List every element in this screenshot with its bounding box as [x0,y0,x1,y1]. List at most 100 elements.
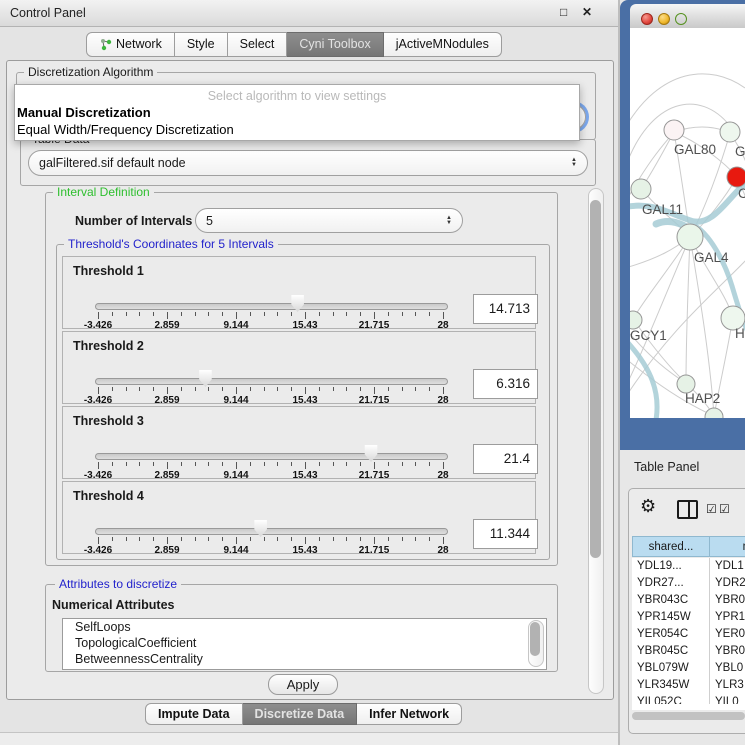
close-traffic-icon[interactable] [641,13,653,25]
tick-mark [346,312,347,316]
tick-mark [277,312,278,316]
list-item[interactable]: BetweennessCentrality [63,651,546,667]
cell-shared-name[interactable]: YBR043C [632,592,709,609]
network-node-selected[interactable] [727,167,745,187]
network-node[interactable] [631,179,651,199]
network-node[interactable] [664,120,684,140]
threshold-1-slider[interactable]: -3.4262.8599.14415.4321.71528 [63,257,535,328]
apply-button[interactable]: Apply [268,674,338,695]
table-row[interactable]: YDR27...YDR2 [632,575,745,592]
slider-track[interactable] [95,303,448,310]
threshold-3-slider[interactable]: -3.4262.8599.14415.4321.71528 [63,407,535,478]
table-row[interactable]: YLR345WYLR3 [632,677,745,694]
tick-mark [402,387,403,391]
tab-cyni-toolbox[interactable]: Cyni Toolbox [287,32,383,57]
threshold-4-value-field[interactable]: 11.344 [473,519,538,549]
node-label: GAL11 [642,202,683,217]
tick-mark [415,387,416,391]
tab-select[interactable]: Select [228,32,288,57]
algorithm-dropdown-popup: Select algorithm to view settings Manual… [14,84,580,141]
tick-mark [291,387,292,391]
tick-mark [319,462,320,466]
numerical-attributes-list[interactable]: SelfLoops TopologicalCoefficient Between… [62,618,547,670]
cell-name[interactable]: YIL0 [709,694,739,704]
attributes-group-title: Attributes to discretize [55,578,181,591]
tick-mark [346,387,347,391]
combo-stepper-icon[interactable]: ▲▼ [571,158,577,168]
tick-mark [388,462,389,466]
table-row[interactable]: YIL052CYIL0 [632,694,745,704]
cell-name[interactable]: YBL0 [709,660,743,677]
split-panel-icon[interactable] [677,500,698,519]
table-row[interactable]: YDL19...YDL1 [632,558,745,575]
table-row[interactable]: YBL079WYBL0 [632,660,745,677]
threshold-3-value-field[interactable]: 21.4 [473,444,538,474]
attributes-scrollbar-thumb[interactable] [530,622,540,656]
close-icon[interactable]: ✕ [582,5,592,19]
number-of-intervals-combobox[interactable]: 5 ▲▼ [195,208,463,233]
zoom-traffic-icon[interactable] [675,13,687,25]
tab-discretize-data[interactable]: Discretize Data [243,703,358,725]
cell-shared-name[interactable]: YER054C [632,626,709,643]
cell-name[interactable]: YBR0 [709,643,745,660]
cell-name[interactable]: YPR1 [709,609,745,626]
checkbox-icon[interactable]: ☑ [706,502,717,516]
threshold-2-panel: Threshold 2 -3.4262.8599.14415.4321.7152… [62,331,536,404]
cell-shared-name[interactable]: YDR27... [632,575,709,592]
float-icon[interactable]: □ [560,5,567,19]
cell-name[interactable]: YDR2 [709,575,745,592]
table-data-combobox-value: galFiltered.sif default node [39,156,186,170]
tab-infer-network[interactable]: Infer Network [357,703,462,725]
threshold-2-slider[interactable]: -3.4262.8599.14415.4321.71528 [63,332,535,403]
slider-track[interactable] [95,528,448,535]
node-label: GA [735,144,745,159]
tick-mark [167,387,168,394]
algorithm-option-manual[interactable]: Manual Discretization [17,105,151,120]
cell-shared-name[interactable]: YLR345W [632,677,709,694]
tab-impute-data[interactable]: Impute Data [145,703,243,725]
list-item[interactable]: SelfLoops [63,619,546,635]
tab-jactivemnodules[interactable]: jActiveMNodules [384,32,502,57]
tab-style[interactable]: Style [175,32,228,57]
cell-shared-name[interactable]: YBR045C [632,643,709,660]
cell-name[interactable]: YLR3 [709,677,744,694]
network-node[interactable] [720,122,740,142]
minimize-traffic-icon[interactable] [658,13,670,25]
cell-name[interactable]: YER0 [709,626,745,643]
cell-shared-name[interactable]: YIL052C [632,694,709,704]
combo-stepper-icon[interactable]: ▲▼ [446,216,452,226]
column-header-shared-name[interactable]: shared... [632,536,710,557]
threshold-4-slider[interactable]: -3.4262.8599.14415.4321.71528 [63,482,535,553]
tab-network[interactable]: Network [86,32,175,57]
checkbox-icon[interactable]: ☑ [719,502,730,516]
cell-shared-name[interactable]: YDL19... [632,558,709,575]
table-row[interactable]: YER054CYER0 [632,626,745,643]
network-icon [99,38,112,51]
table-row[interactable]: YPR145WYPR1 [632,609,745,626]
network-canvas[interactable]: GAL80 GA GAL11 C GAL4 GCY1 H HAP2 [630,28,745,418]
threshold-2-value-field[interactable]: 6.316 [473,369,538,399]
algorithm-option-equal-width[interactable]: Equal Width/Frequency Discretization [17,122,234,137]
tick-mark [153,462,154,466]
network-node[interactable] [630,311,642,329]
slider-track[interactable] [95,453,448,460]
tick-label: 2.859 [154,320,179,331]
table-horizontal-scrollbar[interactable] [632,712,745,720]
slider-track[interactable] [95,378,448,385]
node-label: H [735,326,745,341]
column-header-name[interactable]: na [709,536,745,557]
settings-scrollbar-thumb[interactable] [590,200,601,558]
cell-name[interactable]: YDL1 [709,558,744,575]
cell-shared-name[interactable]: YBL079W [632,660,709,677]
network-node[interactable] [677,224,703,250]
gear-icon[interactable]: ⚙ [640,496,656,517]
table-data-combobox[interactable]: galFiltered.sif default node ▲▼ [28,150,588,176]
list-item[interactable]: TopologicalCoefficient [63,635,546,651]
threshold-1-value-field[interactable]: 14.713 [473,294,538,324]
tick-mark [277,537,278,541]
cell-shared-name[interactable]: YPR145W [632,609,709,626]
table-row[interactable]: YBR045CYBR0 [632,643,745,660]
table-row[interactable]: YBR043CYBR0 [632,592,745,609]
network-node[interactable] [705,408,723,418]
cell-name[interactable]: YBR0 [709,592,745,609]
